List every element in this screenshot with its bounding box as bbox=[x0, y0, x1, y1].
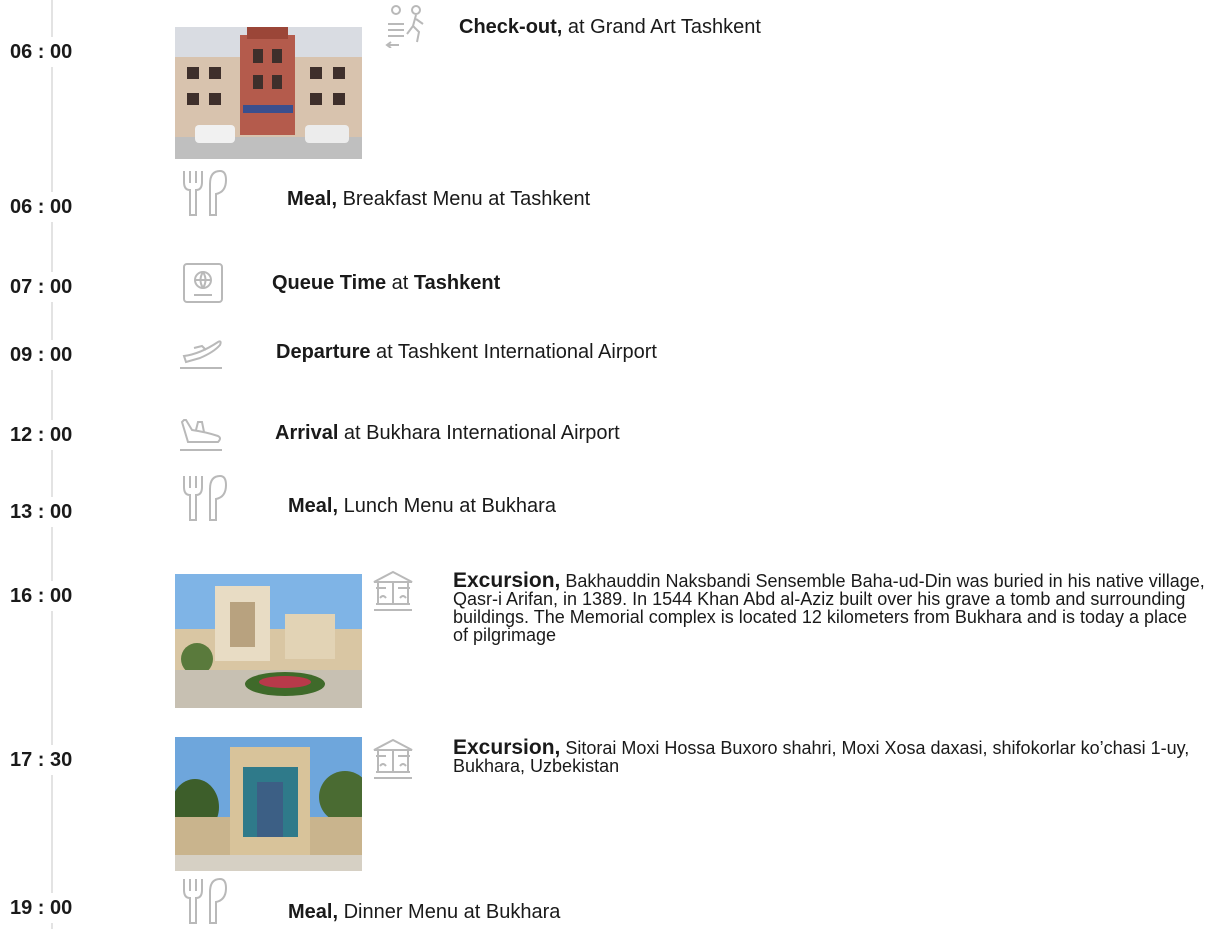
gateway-photo bbox=[175, 737, 362, 871]
event-text: Arrival at Bukhara International Airport bbox=[275, 422, 620, 444]
carousel-icon bbox=[372, 570, 414, 612]
event-text: Excursion, Sitorai Moxi Hossa Buxoro sha… bbox=[453, 736, 1190, 776]
event-time: 06 : 00 bbox=[6, 192, 77, 222]
event-time: 13 : 00 bbox=[6, 497, 77, 527]
hotel-photo bbox=[175, 27, 362, 159]
departure-icon bbox=[178, 336, 224, 370]
timeline-line bbox=[51, 0, 53, 929]
meal-icon bbox=[180, 876, 230, 926]
event-time: 19 : 00 bbox=[6, 893, 77, 923]
check-out-icon bbox=[383, 4, 427, 48]
event-time: 07 : 00 bbox=[6, 272, 77, 302]
event-time: 12 : 00 bbox=[6, 420, 77, 450]
event-text: Excursion, Bakhauddin Naksbandi Sensembl… bbox=[453, 569, 1205, 645]
event-time: 06 : 00 bbox=[6, 37, 77, 67]
event-text: Departure at Tashkent International Airp… bbox=[276, 341, 657, 363]
carousel-icon bbox=[372, 738, 414, 780]
event-time: 17 : 30 bbox=[6, 745, 77, 775]
meal-icon bbox=[180, 473, 230, 523]
mausoleum-photo bbox=[175, 574, 362, 708]
event-time: 16 : 00 bbox=[6, 581, 77, 611]
event-text: Check-out, at Grand Art Tashkent bbox=[459, 16, 761, 38]
arrival-icon bbox=[178, 416, 224, 452]
event-time: 09 : 00 bbox=[6, 340, 77, 370]
event-text: Meal, Dinner Menu at Bukhara bbox=[288, 901, 561, 923]
meal-icon bbox=[180, 168, 230, 218]
event-text: Meal, Lunch Menu at Bukhara bbox=[288, 495, 556, 517]
passport-icon bbox=[182, 262, 224, 304]
event-text: Queue Time at Tashkent bbox=[272, 272, 501, 294]
event-text: Meal, Breakfast Menu at Tashkent bbox=[287, 188, 591, 210]
